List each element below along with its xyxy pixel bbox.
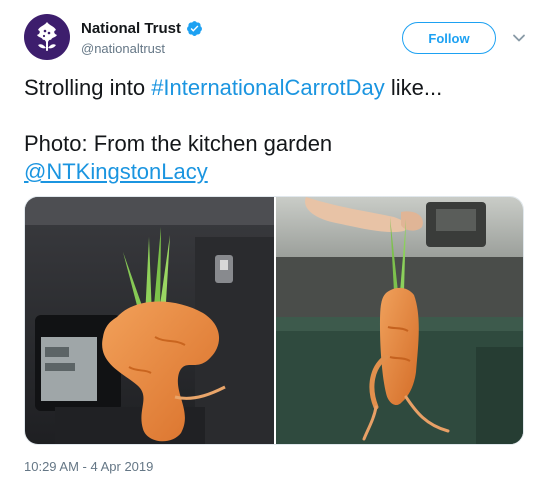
verified-badge-icon	[187, 20, 202, 36]
carrot-photo-right	[276, 197, 523, 444]
oak-leaf-logo-icon	[37, 22, 57, 51]
tweet-line-1: Strolling into #InternationalCarrotDay l…	[24, 74, 524, 102]
account-info: National Trust @nationaltrust	[81, 18, 203, 56]
tweet-line-3: @NTKingstonLacy	[24, 158, 524, 186]
photo-right[interactable]	[276, 197, 523, 444]
follow-button[interactable]: Follow	[402, 22, 496, 54]
timestamp[interactable]: 10:29 AM - 4 Apr 2019	[24, 459, 153, 474]
display-name[interactable]: National Trust	[81, 20, 181, 37]
tweet-line-2: Photo: From the kitchen garden	[24, 131, 333, 156]
tweet-text-suffix: like...	[384, 75, 443, 100]
photo-left[interactable]	[25, 197, 274, 444]
avatar[interactable]	[24, 14, 70, 60]
tweet-text-prefix: Strolling into	[24, 75, 152, 100]
mention-link[interactable]: @NTKingstonLacy	[24, 159, 208, 184]
handle[interactable]: @nationaltrust	[81, 41, 203, 56]
hashtag-link[interactable]: #InternationalCarrotDay	[151, 75, 385, 100]
tweet-text: Strolling into #InternationalCarrotDay l…	[24, 74, 524, 186]
carrot-photo-left	[25, 197, 274, 444]
chevron-down-icon[interactable]	[512, 31, 526, 45]
tweet-header: National Trust @nationaltrust Follow	[24, 14, 534, 62]
media-gallery	[24, 196, 524, 445]
